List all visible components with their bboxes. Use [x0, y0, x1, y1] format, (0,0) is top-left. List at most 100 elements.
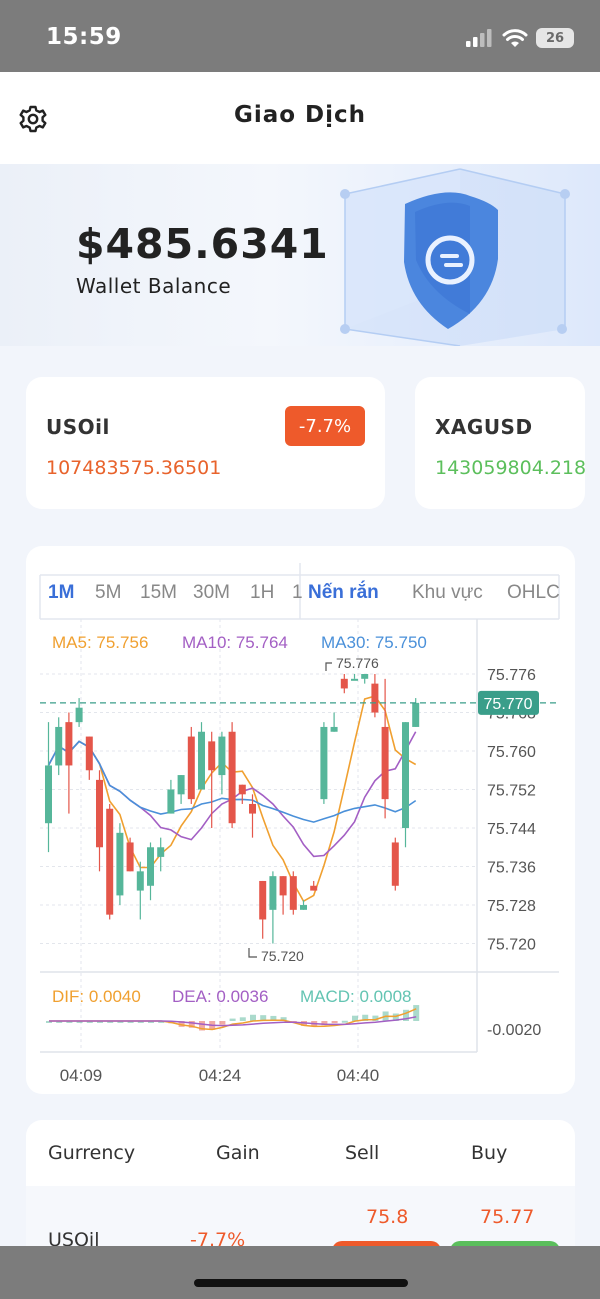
candle-body	[320, 726, 328, 800]
candle-body	[106, 808, 114, 915]
y-axis-tick: 75.728	[487, 898, 536, 915]
battery-level: 26	[545, 30, 565, 46]
home-indicator[interactable]	[194, 1279, 408, 1287]
candle-body	[116, 832, 124, 896]
candle-body	[208, 741, 216, 771]
candle-body	[249, 803, 256, 814]
candle-body	[402, 722, 409, 829]
candle-body	[391, 842, 399, 886]
timeframe-tab-1[interactable]: 1	[292, 582, 303, 603]
wifi-icon	[502, 29, 528, 47]
y-axis-tick: 75.736	[487, 860, 536, 877]
candle-body	[75, 707, 83, 723]
candle-body	[381, 726, 389, 800]
candle-body	[289, 876, 297, 910]
table-header-currency: Gurrency	[48, 1142, 136, 1164]
macd-bar	[250, 1014, 256, 1021]
chart-mode-tab-2[interactable]: Khu vực	[412, 582, 483, 603]
candle-body	[187, 736, 195, 800]
candle-body	[218, 736, 226, 776]
macd-bar	[239, 1017, 246, 1021]
candle-body	[340, 678, 348, 689]
row-sell-price: 75.8	[366, 1206, 409, 1228]
ticker-price: 143059804.218	[435, 457, 585, 479]
chart-mode-tab-3[interactable]: OHLC	[507, 582, 560, 603]
signal-icon	[466, 29, 492, 47]
candle-body	[136, 871, 144, 891]
macd-legend-item: DIF: 0.0040	[52, 987, 141, 1006]
high-marker	[325, 662, 332, 671]
candle-body	[167, 789, 175, 814]
timeframe-tab-5m[interactable]: 5M	[95, 582, 121, 603]
candlestick-chart: -0.0020 75.77675.76875.76075.75275.74475…	[39, 563, 560, 1085]
candle-body	[412, 702, 420, 727]
macd-bar	[341, 1020, 348, 1023]
x-axis-tick: 04:40	[337, 1066, 380, 1085]
ticker-card-usoil[interactable]: USOil 107483575.36501 -7.7%	[26, 377, 385, 509]
candle-body	[259, 880, 267, 920]
battery-icon: 26	[536, 28, 574, 48]
candle-body	[96, 779, 103, 848]
row-buy-price: 75.77	[480, 1206, 535, 1228]
status-bar: 15:59 26	[0, 0, 600, 72]
y-axis-tick: 75.744	[487, 821, 536, 838]
timeframe-tab-1h[interactable]: 1H	[250, 582, 274, 603]
candle-body	[198, 731, 205, 790]
macd-bar	[331, 1021, 338, 1024]
timeframe-tab-30m[interactable]: 30M	[193, 582, 230, 603]
candle-body	[147, 847, 154, 886]
timeframe-tab-15m[interactable]: 15M	[140, 582, 177, 603]
status-time: 15:59	[46, 24, 122, 50]
candle-body	[65, 722, 73, 766]
y-axis-tick: 75.720	[487, 937, 536, 954]
candle-body	[330, 726, 338, 732]
macd-bar	[413, 1005, 420, 1021]
ticker-name: USOil	[46, 415, 110, 439]
candle-body	[55, 726, 63, 766]
candle-body	[177, 775, 185, 795]
low-price-label: 75.720	[261, 948, 304, 964]
macd-axis-tick: -0.0020	[487, 1022, 541, 1039]
candle-body	[85, 736, 93, 771]
y-axis-tick: 75.752	[487, 783, 536, 800]
high-price-label: 75.776	[336, 655, 379, 671]
page-title: Giao Dịch	[233, 102, 367, 128]
table-header-buy: Buy	[471, 1142, 508, 1164]
ticker-price: 107483575.36501	[46, 457, 222, 479]
macd-legend-item: DEA: 0.0036	[172, 987, 268, 1006]
y-axis-tick: 75.760	[487, 744, 536, 761]
ma-legend-item: MA30: 75.750	[321, 633, 427, 652]
candle-body	[279, 876, 287, 896]
currency-table: Gurrency Gain Sell Buy 75.8 75.77 USOil …	[26, 1120, 575, 1260]
table-header-sell: Sell	[345, 1142, 380, 1164]
macd-bar	[229, 1018, 236, 1021]
app-header: Giao Dịch	[0, 72, 600, 164]
low-marker	[248, 948, 257, 958]
ma-legend-item: MA5: 75.756	[52, 633, 148, 652]
table-header-gain: Gain	[216, 1142, 260, 1164]
wallet-balance-amount: $485.6341	[76, 220, 329, 268]
candle-body	[361, 674, 369, 679]
candle-body	[351, 678, 358, 681]
ticker-name: XAGUSD	[435, 415, 533, 439]
timeframe-tab-1m[interactable]: 1M	[48, 582, 74, 603]
candle-body	[269, 876, 277, 910]
change-badge: -7.7%	[285, 406, 365, 446]
y-axis-tick: 75.776	[487, 667, 536, 684]
chart-mode-tab-1[interactable]: Nến rắn	[308, 581, 379, 603]
current-price-value: 75.770	[484, 696, 533, 713]
candle-body	[228, 731, 236, 824]
ticker-card-xagusd[interactable]: XAGUSD 143059804.218	[415, 377, 585, 509]
x-axis-tick: 04:24	[199, 1066, 242, 1085]
shield-illustration	[340, 168, 570, 346]
ma-legend-item: MA10: 75.764	[182, 633, 288, 652]
macd-bar	[219, 1021, 226, 1025]
candle-body	[300, 905, 307, 910]
x-axis-tick: 04:09	[60, 1066, 103, 1085]
home-bar	[0, 1246, 600, 1299]
candle-body	[45, 765, 52, 824]
candle-body	[310, 885, 318, 891]
price-chart-card: -0.0020 75.77675.76875.76075.75275.74475…	[26, 546, 575, 1094]
candle-body	[238, 784, 246, 795]
candle-body	[371, 683, 379, 713]
